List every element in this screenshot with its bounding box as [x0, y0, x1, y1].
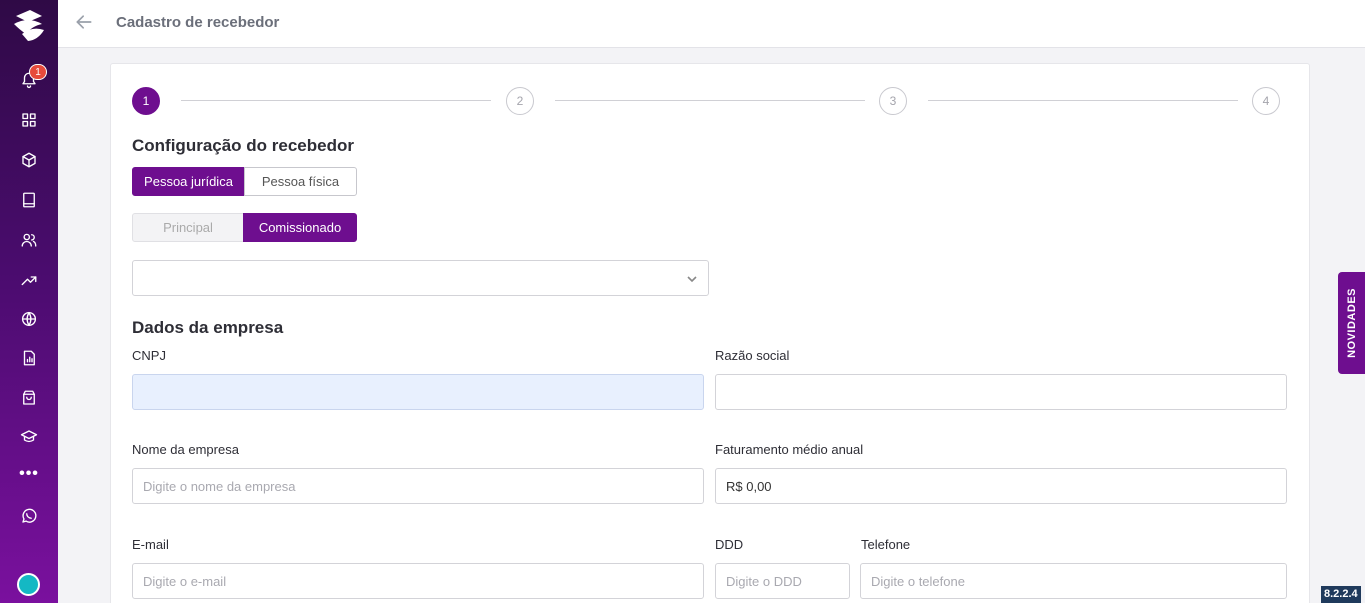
email-label: E-mail — [132, 537, 169, 552]
shopping-bag-icon[interactable] — [17, 386, 41, 410]
step-3[interactable]: 3 — [879, 87, 907, 115]
step-1[interactable]: 1 — [132, 87, 160, 115]
nome-empresa-field[interactable] — [132, 468, 704, 504]
faturamento-label: Faturamento médio anual — [715, 442, 864, 457]
trending-up-icon[interactable] — [17, 268, 41, 292]
pessoa-juridica-button[interactable]: Pessoa jurídica — [132, 167, 245, 196]
faturamento-field[interactable] — [715, 468, 1287, 504]
version-badge: 8.2.2.4 — [1321, 586, 1361, 603]
step-connector — [928, 100, 1238, 101]
graduation-cap-icon[interactable] — [17, 425, 41, 449]
step-2[interactable]: 2 — [506, 87, 534, 115]
report-icon[interactable] — [17, 346, 41, 370]
principal-button[interactable]: Principal — [132, 213, 244, 242]
company-section-title: Dados da empresa — [132, 318, 284, 337]
notification-badge: 1 — [29, 64, 47, 80]
email-field[interactable] — [132, 563, 704, 599]
box-icon[interactable] — [17, 148, 41, 172]
recebedor-select[interactable] — [132, 260, 709, 296]
chevron-down-icon — [686, 272, 698, 284]
globe-icon[interactable] — [17, 307, 41, 331]
novidades-label: NOVIDADES — [1345, 288, 1358, 358]
cnpj-label: CNPJ — [132, 348, 166, 363]
form-card: 1 2 3 4 Configuração do recebedor Pessoa… — [110, 63, 1310, 603]
ddd-label: DDD — [715, 537, 744, 552]
telefone-field[interactable] — [860, 563, 1287, 599]
more-icon[interactable]: ••• — [17, 464, 41, 488]
ddd-field[interactable] — [715, 563, 850, 599]
back-arrow-icon[interactable] — [74, 12, 96, 34]
comissionado-button[interactable]: Comissionado — [243, 213, 357, 242]
sidebar: 1 ••• — [0, 0, 58, 603]
grid-icon[interactable] — [17, 108, 41, 132]
pessoa-fisica-button[interactable]: Pessoa física — [244, 167, 357, 196]
page-title: Cadastro de recebedor — [116, 14, 280, 31]
whatsapp-icon[interactable] — [17, 504, 41, 528]
step-4[interactable]: 4 — [1252, 87, 1280, 115]
step-connector — [555, 100, 865, 101]
user-avatar[interactable] — [17, 573, 40, 596]
app-logo[interactable] — [8, 4, 50, 46]
book-icon[interactable] — [17, 188, 41, 212]
config-section-title: Configuração do recebedor — [132, 136, 354, 155]
cnpj-field[interactable] — [132, 374, 704, 410]
novidades-tab[interactable]: NOVIDADES — [1338, 272, 1365, 374]
razao-social-label: Razão social — [715, 348, 790, 363]
nome-empresa-label: Nome da empresa — [132, 442, 239, 457]
razao-social-field[interactable] — [715, 374, 1287, 410]
step-connector — [181, 100, 491, 101]
telefone-label: Telefone — [861, 537, 911, 552]
top-header: Cadastro de recebedor — [58, 0, 1365, 48]
users-icon[interactable] — [17, 228, 41, 252]
